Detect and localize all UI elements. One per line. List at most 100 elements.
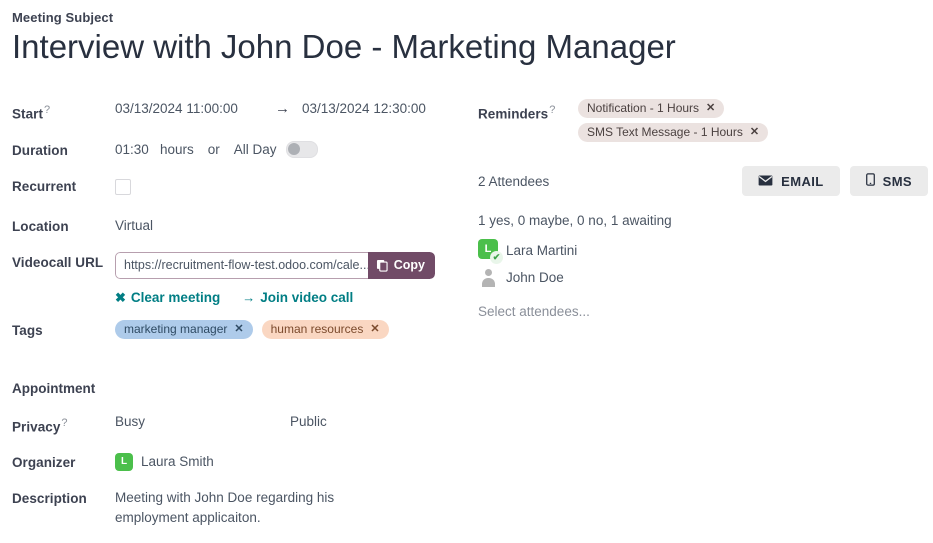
organizer-name: Laura Smith	[141, 452, 214, 472]
field-row-privacy: Privacy? Busy Public	[12, 412, 472, 438]
location-label: Location	[12, 216, 115, 237]
reminder-chip-label: Notification - 1 Hours	[587, 99, 699, 118]
videocall-url-group: https://recruitment-flow-test.odoo.com/c…	[115, 252, 435, 279]
attendees-header: 2 Attendees EMAIL	[478, 166, 928, 196]
toggle-knob	[288, 143, 300, 155]
start-value-group: 03/13/2024 11:00:00 → 03/13/2024 12:30:0…	[115, 99, 472, 119]
description-line-2: employment applicaiton.	[115, 508, 472, 528]
recurrent-checkbox[interactable]	[115, 179, 131, 195]
description-line-1: Meeting with John Doe regarding his	[115, 488, 472, 508]
date-range: 03/13/2024 11:00:00 → 03/13/2024 12:30:0…	[115, 99, 472, 119]
reminder-chip-label: SMS Text Message - 1 Hours	[587, 123, 743, 142]
arrow-right-icon: →	[275, 101, 290, 117]
tag-chip[interactable]: marketing manager ✕	[115, 320, 253, 339]
meeting-subtitle-input[interactable]: John Doe - Marketing Manager	[221, 27, 676, 67]
visibility-select[interactable]: Public	[290, 412, 327, 432]
attendee-name: Lara Martini	[506, 243, 577, 258]
organizer-value-group: L Laura Smith	[115, 452, 472, 472]
field-row-organizer: Organizer L Laura Smith	[12, 452, 472, 473]
start-datetime-input[interactable]: 03/13/2024 11:00:00	[115, 99, 275, 119]
remove-tag-icon[interactable]: ✕	[370, 320, 379, 339]
avatar: L ✔	[478, 239, 500, 261]
videocall-value-group: https://recruitment-flow-test.odoo.com/c…	[115, 252, 472, 308]
tags-value-group: marketing manager ✕ human resources ✕	[115, 320, 472, 339]
appointment-section-heading: Appointment	[12, 381, 472, 396]
videocall-url-input[interactable]: https://recruitment-flow-test.odoo.com/c…	[115, 252, 368, 279]
select-attendees-input[interactable]: Select attendees...	[478, 304, 928, 319]
organizer-select[interactable]: L Laura Smith	[115, 452, 472, 472]
privacy-label-text: Privacy	[12, 419, 60, 434]
envelope-icon	[758, 174, 773, 189]
privacy-label: Privacy?	[12, 412, 115, 438]
mobile-phone-icon	[866, 173, 875, 189]
end-datetime-input[interactable]: 03/13/2024 12:30:00	[302, 99, 426, 119]
copy-button[interactable]: Copy	[368, 252, 435, 279]
location-input[interactable]: Virtual	[115, 218, 153, 233]
description-value-group[interactable]: Meeting with John Doe regarding his empl…	[115, 488, 472, 528]
sms-button-label: SMS	[883, 174, 912, 189]
all-day-label: All Day	[234, 140, 277, 160]
reminders-list[interactable]: Notification - 1 Hours ✕ SMS Text Messag…	[578, 99, 928, 142]
field-row-recurrent: Recurrent	[12, 176, 472, 201]
close-icon: ✖	[115, 288, 126, 308]
page-title: Interview with John Doe - Marketing Mana…	[12, 27, 912, 67]
field-row-videocall: Videocall URL https://recruitment-flow-t…	[12, 252, 472, 308]
recurrent-label: Recurrent	[12, 176, 115, 197]
reminders-label: Reminders?	[478, 99, 578, 125]
start-label-text: Start	[12, 107, 43, 122]
duration-value-group: 01:30 hours or All Day	[115, 140, 472, 160]
avatar: L	[115, 453, 133, 471]
start-help-icon[interactable]: ?	[44, 104, 50, 116]
duration-unit-label: hours	[160, 140, 194, 160]
field-row-reminders: Reminders? Notification - 1 Hours ✕ SMS …	[478, 99, 928, 142]
join-video-call-label: Join video call	[260, 288, 353, 308]
duration-label: Duration	[12, 140, 115, 161]
clear-meeting-link[interactable]: ✖Clear meeting	[115, 288, 220, 308]
meeting-name-input[interactable]: Interview with	[12, 27, 212, 67]
organizer-label: Organizer	[12, 452, 115, 473]
recurrent-value-group	[115, 176, 472, 201]
privacy-help-icon[interactable]: ?	[61, 417, 67, 429]
email-button[interactable]: EMAIL	[742, 166, 839, 196]
attendees-count: 2 Attendees	[478, 174, 549, 189]
attendees-list: L ✔ Lara Martini John Doe	[478, 239, 928, 288]
accepted-check-icon: ✔	[490, 251, 503, 264]
tags-list[interactable]: marketing manager ✕ human resources ✕	[115, 320, 472, 339]
all-day-toggle[interactable]	[286, 141, 318, 158]
copy-icon	[376, 259, 389, 272]
field-row-start: Start? 03/13/2024 11:00:00 → 03/13/2024 …	[12, 99, 472, 125]
join-video-call-link[interactable]: →Join video call	[242, 288, 353, 308]
start-label: Start?	[12, 99, 115, 125]
tag-chip-label: human resources	[271, 320, 364, 339]
show-as-select[interactable]: Busy	[115, 412, 290, 432]
videocall-url-label: Videocall URL	[12, 252, 115, 273]
attendee-name: John Doe	[506, 270, 564, 285]
tags-label: Tags	[12, 320, 115, 341]
privacy-value-group: Busy Public	[115, 412, 472, 432]
field-row-tags: Tags marketing manager ✕ human resources…	[12, 320, 472, 341]
reminders-help-icon[interactable]: ?	[549, 104, 555, 116]
left-column: Start? 03/13/2024 11:00:00 → 03/13/2024 …	[12, 99, 472, 543]
attendee-action-buttons: EMAIL SMS	[742, 166, 928, 196]
calendar-event-form: Meeting Subject Interview with John Doe …	[0, 0, 933, 543]
list-item[interactable]: L ✔ Lara Martini	[478, 239, 928, 261]
clear-meeting-label: Clear meeting	[131, 288, 220, 308]
right-column: Reminders? Notification - 1 Hours ✕ SMS …	[478, 99, 928, 319]
field-row-description: Description Meeting with John Doe regard…	[12, 488, 472, 528]
field-row-duration: Duration 01:30 hours or All Day	[12, 140, 472, 161]
avatar	[478, 266, 500, 288]
sms-button[interactable]: SMS	[850, 166, 928, 196]
reminder-chip[interactable]: Notification - 1 Hours ✕	[578, 99, 724, 118]
reminders-value-group: Notification - 1 Hours ✕ SMS Text Messag…	[578, 99, 928, 142]
list-item[interactable]: John Doe	[478, 266, 928, 288]
field-row-location: Location Virtual	[12, 216, 472, 237]
arrow-right-icon: →	[242, 288, 255, 308]
attendance-summary: 1 yes, 0 maybe, 0 no, 1 awaiting	[478, 213, 928, 228]
remove-reminder-icon[interactable]: ✕	[750, 123, 759, 142]
email-button-label: EMAIL	[781, 174, 823, 189]
tag-chip[interactable]: human resources ✕	[262, 320, 389, 339]
remove-tag-icon[interactable]: ✕	[234, 320, 243, 339]
reminder-chip[interactable]: SMS Text Message - 1 Hours ✕	[578, 123, 768, 142]
remove-reminder-icon[interactable]: ✕	[706, 99, 715, 118]
duration-input[interactable]: 01:30	[115, 140, 160, 160]
